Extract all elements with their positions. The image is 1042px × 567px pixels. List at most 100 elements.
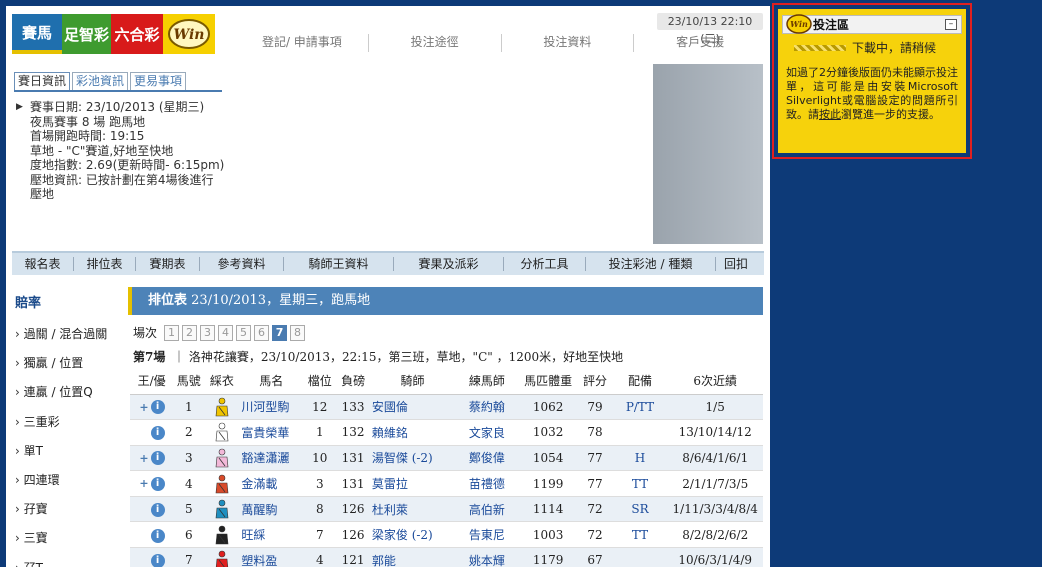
weight: 126 [336, 496, 370, 523]
plus-icon[interactable]: + [139, 452, 148, 465]
race-selector: 場次 12345678 [133, 324, 306, 341]
jockey-silks-icon [215, 499, 229, 519]
menu-rebate[interactable]: 回扣 [716, 257, 756, 271]
top-links: 登記/ 申請事項 投注途徑 投注資料 客戶支援 [236, 34, 766, 52]
table-row: + i 4 金滿載 3 131 莫雷拉 苗禮德 1199 77 TT 2/1/1/7/3/5 [130, 470, 763, 497]
trainer[interactable]: 文家良 [455, 419, 519, 446]
plus-icon[interactable]: + [139, 477, 148, 490]
tab-horse-racing[interactable]: 賽馬 [12, 14, 62, 54]
menu-racecard[interactable]: 排位表 [74, 257, 136, 271]
tab-win-logo[interactable]: Win [163, 14, 215, 54]
link-registration[interactable]: 登記/ 申請事項 [236, 34, 369, 52]
jockey[interactable]: 賴維銘 [369, 419, 456, 446]
race-button-4[interactable]: 4 [218, 324, 234, 341]
tab-changes[interactable]: 更易事項 [130, 72, 187, 90]
jockey[interactable]: 莫雷拉 [369, 470, 456, 497]
column-header: 王/優 [130, 368, 174, 395]
jockey[interactable]: 杜利萊 [369, 496, 456, 523]
race-button-6[interactable]: 6 [254, 324, 270, 341]
race-button-3[interactable]: 3 [200, 324, 216, 341]
race-info-line: 壓地 [30, 187, 55, 201]
priority-cell: + i [130, 445, 174, 472]
menu-entries[interactable]: 報名表 [12, 257, 74, 271]
horse-name[interactable]: 萬醒駒 [239, 496, 304, 523]
trainer[interactable]: 苗禮德 [455, 470, 519, 497]
info-icon[interactable]: i [150, 426, 165, 441]
info-icon[interactable]: i [150, 451, 165, 466]
info-icon[interactable]: i [150, 503, 165, 518]
trainer[interactable]: 姚本輝 [455, 547, 519, 567]
odds-nav-item[interactable]: 獨贏 / 位置 [15, 354, 125, 383]
link-support[interactable]: 客戶支援 [634, 34, 766, 52]
horse-name[interactable]: 金滿載 [239, 470, 304, 497]
trainer[interactable]: 高伯新 [455, 496, 519, 523]
odds-nav-item[interactable]: 三寶 [15, 529, 125, 558]
tab-pool-info[interactable]: 彩池資訊 [72, 72, 129, 90]
odds-nav: 賠率 過關 / 混合過關獨贏 / 位置連贏 / 位置Q三重彩單T四連環孖寶三寶孖… [15, 292, 125, 567]
horse-name[interactable]: 塑料盈 [239, 547, 304, 567]
message-text-end: 瀏覽進一步的支援。 [841, 108, 940, 121]
trainer[interactable]: 告東尼 [455, 521, 519, 549]
jockey-silks-icon [215, 423, 229, 442]
weight: 131 [336, 470, 370, 497]
trainer[interactable]: 蔡約翰 [455, 394, 519, 421]
menu-jockey-challenge[interactable]: 騎師王資料 [284, 257, 394, 271]
jockey[interactable]: 湯智傑 (-2) [369, 445, 456, 472]
horse-number: 7 [173, 547, 205, 567]
minimize-icon[interactable]: – [945, 19, 957, 30]
menu-fixtures[interactable]: 賽期表 [136, 257, 200, 271]
info-icon[interactable]: i [150, 400, 165, 415]
tab-race-day-info[interactable]: 賽日資訊 [14, 72, 71, 90]
horse-number: 3 [173, 445, 205, 472]
jockey[interactable]: 安國倫 [369, 394, 456, 421]
gear [612, 547, 668, 567]
jockey-silks-icon [215, 551, 228, 567]
loading-text: 下載中，請稍候 [852, 41, 937, 55]
horse-name[interactable]: 豁達瀟灑 [239, 445, 304, 472]
tab-football[interactable]: 足智彩 [62, 14, 111, 54]
jockey[interactable]: 梁家俊 (-2) [369, 521, 456, 549]
race-button-7[interactable]: 7 [272, 324, 288, 341]
menu-results[interactable]: 賽果及派彩 [394, 257, 504, 271]
odds-nav-title: 賠率 [15, 296, 42, 311]
horse-name[interactable]: 富貴榮華 [239, 419, 304, 446]
odds-nav-item[interactable]: 孖T [15, 559, 125, 567]
rating: 72 [577, 521, 613, 549]
silks-cell [204, 547, 240, 567]
odds-nav-item[interactable]: 孖寶 [15, 500, 125, 529]
rating: 77 [577, 445, 613, 472]
jockey[interactable]: 郭能 [369, 547, 456, 567]
info-icon[interactable]: i [150, 554, 165, 567]
odds-nav-item[interactable]: 四連環 [15, 471, 125, 500]
horse-name[interactable]: 川河型駒 [239, 394, 304, 421]
column-header: 馬匹體重 [518, 368, 578, 395]
column-header: 馬名 [239, 368, 304, 395]
svg-text:Win: Win [174, 27, 205, 43]
odds-nav-item[interactable]: 連贏 / 位置Q [15, 383, 125, 412]
priority-cell: i [130, 419, 174, 446]
race-button-2[interactable]: 2 [182, 324, 198, 341]
link-bet-info[interactable]: 投注資料 [502, 34, 635, 52]
info-icon[interactable]: i [150, 528, 165, 543]
gear: SR [612, 496, 668, 523]
menu-pools[interactable]: 投注彩池 / 種類 [586, 257, 716, 271]
plus-icon[interactable]: + [139, 401, 148, 414]
odds-nav-item[interactable]: 三重彩 [15, 413, 125, 442]
datetime-display: 23/10/13 22:10 (三) [657, 13, 763, 45]
menu-reference[interactable]: 參考資料 [200, 257, 284, 271]
horse-name[interactable]: 旺綵 [239, 521, 304, 549]
odds-nav-item[interactable]: 過關 / 混合過關 [15, 325, 125, 354]
recent-form: 8/2/8/2/6/2 [667, 521, 763, 549]
race-button-5[interactable]: 5 [236, 324, 252, 341]
table-row: i 5 萬醒駒 8 126 杜利萊 高伯新 1114 72 SR 1/11/3/3/4/8/4 [130, 496, 763, 523]
menu-analysis[interactable]: 分析工具 [504, 257, 586, 271]
tab-mark-six[interactable]: 六合彩 [111, 14, 163, 54]
info-icon[interactable]: i [150, 476, 165, 491]
race-button-8[interactable]: 8 [290, 324, 306, 341]
gear: TT [612, 521, 668, 549]
race-button-1[interactable]: 1 [164, 324, 180, 341]
trainer[interactable]: 鄭俊偉 [455, 445, 519, 472]
odds-nav-item[interactable]: 單T [15, 442, 125, 471]
help-link[interactable]: 按此 [819, 108, 841, 121]
link-bet-channels[interactable]: 投注途徑 [369, 34, 502, 52]
